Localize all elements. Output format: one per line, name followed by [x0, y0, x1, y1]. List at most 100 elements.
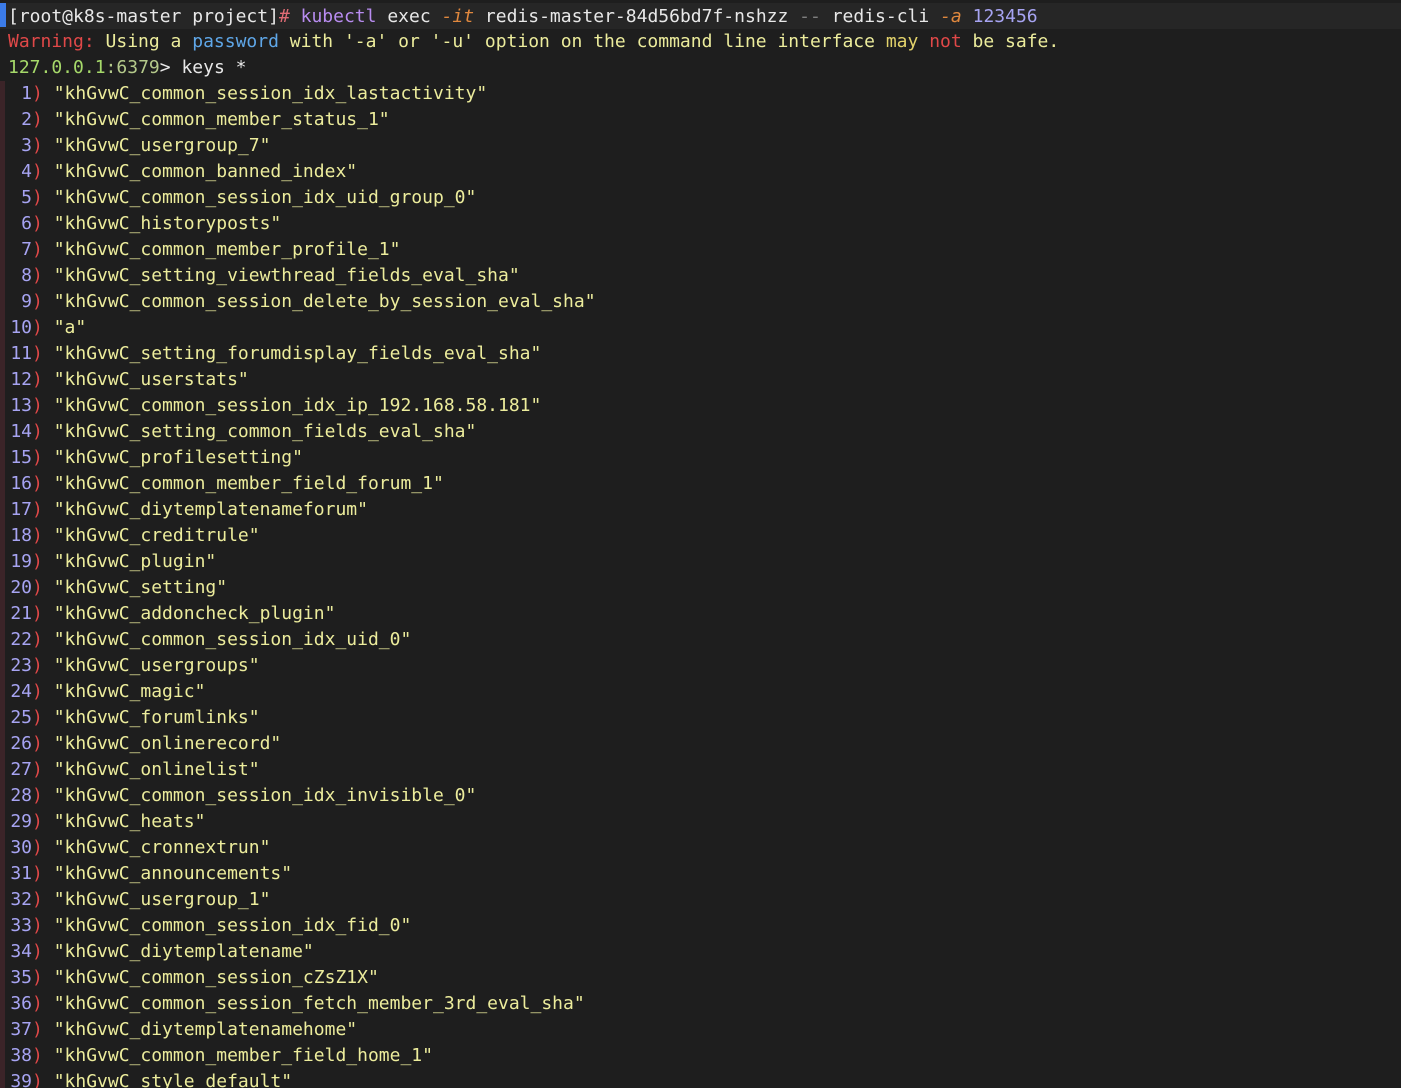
- key-value: "khGvwC_cronnextrun": [53, 837, 271, 858]
- key-value: "khGvwC_style_default": [53, 1071, 293, 1088]
- key-value: "khGvwC_magic": [53, 681, 206, 702]
- command-exec: exec: [387, 6, 431, 27]
- key-row: 27) "khGvwC_onlinelist": [0, 757, 1401, 783]
- key-value: "khGvwC_common_session_idx_invisible_0": [53, 785, 477, 806]
- key-index-paren: ): [32, 265, 43, 286]
- key-row: 8) "khGvwC_setting_viewthread_fields_eva…: [0, 263, 1401, 289]
- redis-port: 6379: [116, 57, 160, 78]
- key-index-paren: ): [32, 811, 43, 832]
- key-index-paren: ): [32, 109, 43, 130]
- key-value: "khGvwC_common_member_field_home_1": [53, 1045, 433, 1066]
- terminal-window[interactable]: [root@k8s-master project]# kubectl exec …: [0, 0, 1401, 1088]
- key-index: 11: [10, 343, 32, 364]
- key-index: 18: [10, 525, 32, 546]
- redis-prompt-line: 127.0.0.1:6379> keys *: [8, 55, 1401, 81]
- key-index: 38: [10, 1045, 32, 1066]
- key-row: 30) "khGvwC_cronnextrun": [0, 835, 1401, 861]
- key-row: 13) "khGvwC_common_session_idx_ip_192.16…: [0, 393, 1401, 419]
- key-value: "khGvwC_common_member_field_forum_1": [53, 473, 444, 494]
- key-row: 23) "khGvwC_usergroups": [0, 653, 1401, 679]
- warning-space: [918, 31, 929, 52]
- key-value: "khGvwC_common_session_fetch_member_3rd_…: [53, 993, 585, 1014]
- key-index-paren: ): [32, 603, 43, 624]
- key-row: 15) "khGvwC_profilesetting": [0, 445, 1401, 471]
- key-index-paren: ): [32, 707, 43, 728]
- key-index-paren: ): [32, 395, 43, 416]
- key-index: 1: [21, 83, 32, 104]
- key-value: "khGvwC_common_session_idx_uid_0": [53, 629, 412, 650]
- key-index: 29: [10, 811, 32, 832]
- key-row: 4) "khGvwC_common_banned_index": [0, 159, 1401, 185]
- key-value: "khGvwC_userstats": [53, 369, 249, 390]
- key-index-paren: ): [32, 655, 43, 676]
- key-row: 28) "khGvwC_common_session_idx_invisible…: [0, 783, 1401, 809]
- key-index: 39: [10, 1071, 32, 1088]
- key-value: "khGvwC_common_session_idx_ip_192.168.58…: [53, 395, 542, 416]
- key-index-paren: ): [32, 135, 43, 156]
- redis-prompt-arrow: >: [159, 57, 182, 78]
- key-index: 34: [10, 941, 32, 962]
- key-index-paren: ): [32, 733, 43, 754]
- key-index-paren: ): [32, 213, 43, 234]
- key-index: 10: [10, 317, 32, 338]
- key-row: 16) "khGvwC_common_member_field_forum_1": [0, 471, 1401, 497]
- key-index-paren: ): [32, 577, 43, 598]
- prompt-hash: #: [278, 6, 290, 27]
- key-row: 10) "a": [0, 315, 1401, 341]
- key-value: "khGvwC_diytemplatename": [53, 941, 314, 962]
- key-value: "khGvwC_forumlinks": [53, 707, 260, 728]
- key-index: 17: [10, 499, 32, 520]
- key-index-paren: ): [32, 1019, 43, 1040]
- warning-label: Warning:: [8, 31, 95, 52]
- key-row: 26) "khGvwC_onlinerecord": [0, 731, 1401, 757]
- key-value: "khGvwC_common_session_delete_by_session…: [53, 291, 596, 312]
- key-index: 32: [10, 889, 32, 910]
- key-index-paren: ): [32, 993, 43, 1014]
- key-row: 21) "khGvwC_addoncheck_plugin": [0, 601, 1401, 627]
- key-value: "khGvwC_creditrule": [53, 525, 260, 546]
- key-row: 17) "khGvwC_diytemplatenameforum": [0, 497, 1401, 523]
- key-index: 2: [21, 109, 32, 130]
- key-value: "khGvwC_setting_viewthread_fields_eval_s…: [53, 265, 520, 286]
- key-index: 37: [10, 1019, 32, 1040]
- key-index-paren: ): [32, 785, 43, 806]
- key-index: 3: [21, 135, 32, 156]
- key-index-paren: ): [32, 1045, 43, 1066]
- key-index-paren: ): [32, 317, 43, 338]
- key-value: "khGvwC_common_session_cZsZ1X": [53, 967, 379, 988]
- key-row: 19) "khGvwC_plugin": [0, 549, 1401, 575]
- key-value: "khGvwC_common_session_idx_fid_0": [53, 915, 412, 936]
- key-index-paren: ): [32, 915, 43, 936]
- key-index: 36: [10, 993, 32, 1014]
- key-row: 11) "khGvwC_setting_forumdisplay_fields_…: [0, 341, 1401, 367]
- key-row: 39) "khGvwC_style_default": [0, 1069, 1401, 1088]
- warning-line: Warning: Using a password with '-a' or '…: [8, 29, 1401, 55]
- key-value: "khGvwC_historyposts": [53, 213, 282, 234]
- flag-a: -a: [940, 6, 962, 27]
- key-value: "khGvwC_onlinelist": [53, 759, 260, 780]
- key-index: 14: [10, 421, 32, 442]
- arg-separator: --: [799, 6, 821, 27]
- key-row: 3) "khGvwC_usergroup_7": [0, 133, 1401, 159]
- key-index-paren: ): [32, 473, 43, 494]
- key-index: 5: [21, 187, 32, 208]
- command-redis-cli: redis-cli: [831, 6, 930, 27]
- key-index: 15: [10, 447, 32, 468]
- key-row: 25) "khGvwC_forumlinks": [0, 705, 1401, 731]
- key-value: "khGvwC_common_banned_index": [53, 161, 358, 182]
- key-value: "khGvwC_addoncheck_plugin": [53, 603, 336, 624]
- key-row: 24) "khGvwC_magic": [0, 679, 1401, 705]
- key-index-paren: ): [32, 447, 43, 468]
- key-index: 4: [21, 161, 32, 182]
- key-row: 34) "khGvwC_diytemplatename": [0, 939, 1401, 965]
- pod-name: redis-master-84d56bd7f-nshzz: [484, 6, 789, 27]
- command-line: [root@k8s-master project]# kubectl exec …: [0, 3, 1401, 29]
- key-row: 9) "khGvwC_common_session_delete_by_sess…: [0, 289, 1401, 315]
- key-value: "khGvwC_profilesetting": [53, 447, 303, 468]
- command-kubectl: kubectl: [300, 6, 377, 27]
- key-index-paren: ): [32, 499, 43, 520]
- key-row: 20) "khGvwC_setting": [0, 575, 1401, 601]
- key-row: 32) "khGvwC_usergroup_1": [0, 887, 1401, 913]
- key-value: "khGvwC_common_session_idx_uid_group_0": [53, 187, 477, 208]
- key-index: 7: [21, 239, 32, 260]
